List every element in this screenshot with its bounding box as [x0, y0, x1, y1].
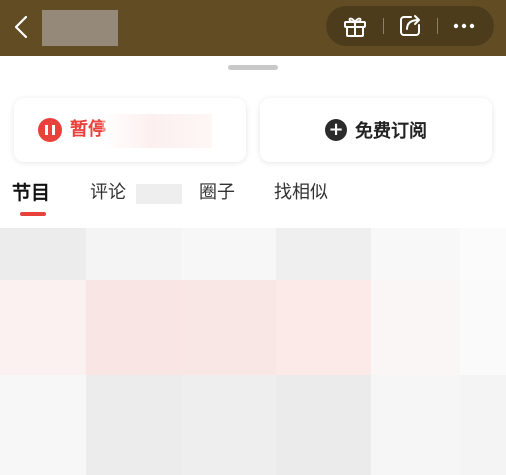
- pause-card[interactable]: 暂停: [14, 98, 246, 162]
- active-tab-indicator: [20, 212, 46, 216]
- tab-find-similar[interactable]: 找相似: [274, 178, 328, 204]
- back-button[interactable]: [6, 9, 36, 45]
- top-actions-capsule: [326, 6, 494, 46]
- tab-programs[interactable]: 节目: [12, 178, 50, 205]
- subscribe-label: 免费订阅: [355, 121, 427, 142]
- tab-comments[interactable]: 评论: [90, 178, 126, 204]
- plus-circle-icon: +: [325, 119, 347, 141]
- sheet-drag-handle[interactable]: [228, 65, 278, 70]
- more-icon: [453, 23, 475, 29]
- tab-bar: 节目 评论 圈子 找相似: [0, 178, 506, 222]
- redacted-content-area: [0, 228, 506, 475]
- gift-icon: [344, 17, 366, 37]
- gift-button[interactable]: [329, 6, 381, 46]
- top-bar: [0, 0, 506, 56]
- share-icon: [400, 15, 420, 36]
- subscribe-button[interactable]: + 免费订阅: [260, 98, 492, 162]
- tab-circle[interactable]: 圈子: [199, 178, 235, 204]
- pause-card-redacted-area: [102, 114, 212, 148]
- chevron-left-icon: [14, 15, 28, 39]
- page-title-redacted: [42, 10, 118, 46]
- comment-count-redacted: [136, 184, 182, 204]
- pause-icon: [38, 118, 62, 142]
- more-button[interactable]: [438, 6, 490, 46]
- share-button[interactable]: [384, 6, 436, 46]
